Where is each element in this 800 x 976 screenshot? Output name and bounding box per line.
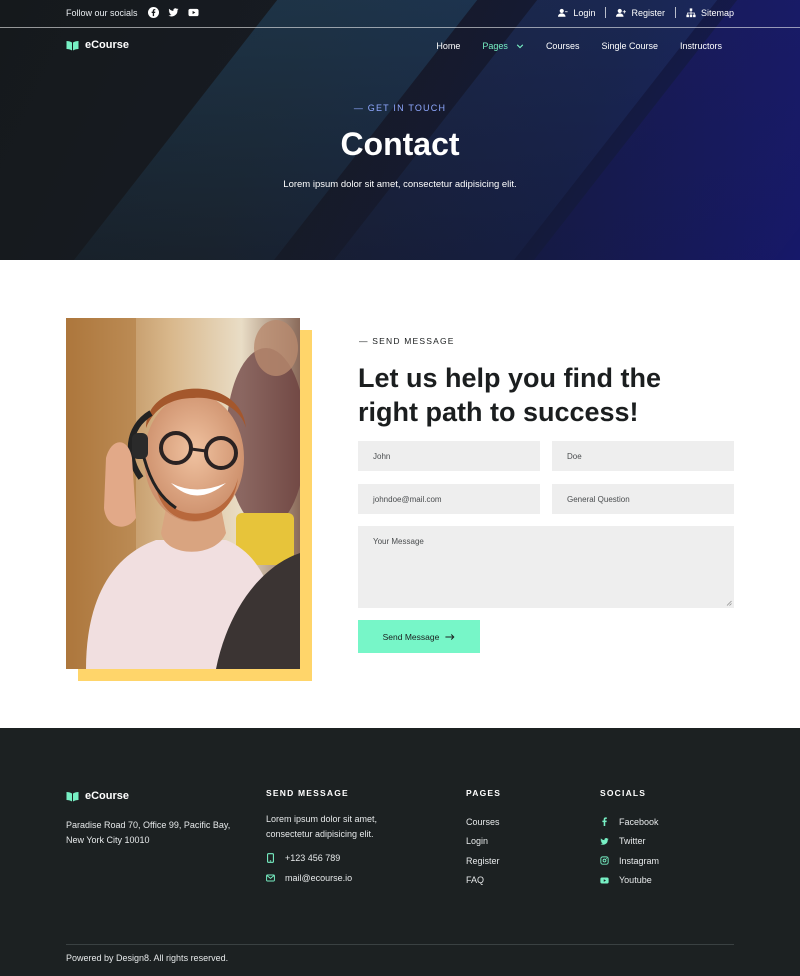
sitemap-link[interactable]: Sitemap: [686, 8, 734, 18]
register-link[interactable]: Register: [616, 8, 665, 18]
instagram-icon: [600, 856, 609, 865]
support-agent-photo: [66, 318, 300, 669]
footer-divider: [66, 944, 734, 945]
contact-eyebrow: — SEND MESSAGE: [359, 336, 455, 346]
email-field[interactable]: johndoe@mail.com: [358, 484, 540, 514]
twitter-icon[interactable]: [168, 7, 179, 18]
topbar-social-icons: [148, 7, 199, 18]
divider: [674, 7, 676, 18]
footer-brand-logo[interactable]: eCourse: [66, 790, 129, 802]
footer-email-address: mail@ecourse.io: [285, 873, 353, 883]
footer-link-login[interactable]: Login: [466, 832, 500, 852]
page-title: Contact: [340, 126, 460, 162]
hero-section: Follow our socials Login Register Sitema…: [0, 0, 800, 260]
brand-logo[interactable]: eCourse: [66, 39, 129, 51]
nav-item-single-course[interactable]: Single Course: [601, 41, 658, 51]
footer-address: Paradise Road 70, Office 99, Pacific Bay…: [66, 820, 231, 845]
divider: [605, 7, 607, 18]
footer-social-youtube[interactable]: Youtube: [600, 871, 659, 891]
message-placeholder: Your Message: [373, 537, 424, 546]
resize-handle-icon[interactable]: [726, 600, 732, 606]
contact-photo: [66, 318, 312, 681]
nav-item-instructors[interactable]: Instructors: [680, 41, 722, 51]
footer: eCourse Paradise Road 70, Office 99, Pac…: [0, 728, 800, 976]
footer-social-label: Youtube: [619, 875, 652, 886]
footer-pages-heading: PAGES: [466, 788, 502, 798]
nav-item-pages[interactable]: Pages: [482, 41, 524, 51]
sitemap-label: Sitemap: [700, 7, 734, 18]
footer-social-twitter[interactable]: Twitter: [600, 832, 659, 852]
footer-socials-heading: SOCIALS: [600, 788, 647, 798]
youtube-icon: [600, 877, 609, 884]
first-name-field[interactable]: John: [358, 441, 540, 471]
footer-social-label: Twitter: [619, 836, 646, 847]
user-icon: [558, 8, 569, 17]
contact-heading: Let us help you find the right path to s…: [358, 363, 661, 427]
mail-icon: [266, 874, 275, 882]
nav-links: Home Pages Courses Single Course Instruc…: [414, 41, 722, 51]
footer-social-instagram[interactable]: Instagram: [600, 851, 659, 871]
facebook-icon[interactable]: [148, 7, 159, 18]
open-book-icon: [66, 791, 79, 801]
footer-send-text: Lorem ipsum dolor sit amet, consectetur …: [266, 814, 378, 839]
footer-social-label: Instagram: [619, 855, 660, 866]
footer-social-label: Facebook: [619, 816, 659, 827]
footer-socials-list: Facebook Twitter Instagram Youtube: [600, 812, 659, 890]
arrow-right-icon: [445, 633, 455, 640]
footer-social-facebook[interactable]: Facebook: [600, 812, 659, 832]
send-button-label: Send Message: [382, 631, 440, 642]
footer-send-heading: SEND MESSAGE: [266, 788, 349, 798]
footer-link-faq[interactable]: FAQ: [466, 871, 500, 891]
footer-pages-list: Courses Login Register FAQ: [466, 812, 500, 890]
top-links: Login Register Sitemap: [558, 7, 734, 18]
facebook-icon: [602, 817, 607, 827]
phone-icon: [267, 853, 274, 863]
footer-phone[interactable]: +123 456 789: [266, 853, 340, 863]
footer-email[interactable]: mail@ecourse.io: [266, 873, 352, 883]
nav-item-courses[interactable]: Courses: [546, 41, 580, 51]
footer-copyright: Powered by Design8. All rights reserved.: [66, 953, 229, 963]
last-name-field[interactable]: Doe: [552, 441, 734, 471]
login-label: Login: [573, 7, 596, 18]
footer-link-register[interactable]: Register: [466, 851, 500, 871]
footer-phone-number: +123 456 789: [285, 853, 341, 863]
nav-item-home[interactable]: Home: [436, 41, 460, 51]
sitemap-icon: [686, 7, 696, 17]
hero-eyebrow: — GET IN TOUCH: [353, 103, 447, 113]
footer-brand-name: eCourse: [85, 790, 130, 802]
twitter-icon: [600, 837, 609, 845]
brand-name: eCourse: [85, 39, 130, 51]
login-link[interactable]: Login: [558, 8, 595, 18]
follow-text: Follow our socials: [66, 8, 138, 18]
hero-subtitle: Lorem ipsum dolor sit amet, consectetur …: [283, 179, 517, 190]
message-textarea[interactable]: Your Message: [358, 526, 734, 608]
footer-link-courses[interactable]: Courses: [466, 812, 500, 832]
register-label: Register: [631, 7, 665, 18]
send-message-button[interactable]: Send Message: [358, 620, 480, 653]
main-nav: eCourse Home Pages Courses Single Course…: [0, 28, 800, 66]
user-plus-icon: [616, 8, 627, 17]
nav-item-label: Pages: [482, 41, 508, 51]
open-book-icon: [66, 40, 79, 50]
subject-field[interactable]: General Question: [552, 484, 734, 514]
top-bar: Follow our socials Login Register Sitema…: [0, 0, 800, 28]
youtube-icon[interactable]: [188, 7, 199, 18]
chevron-down-icon: [516, 44, 524, 49]
